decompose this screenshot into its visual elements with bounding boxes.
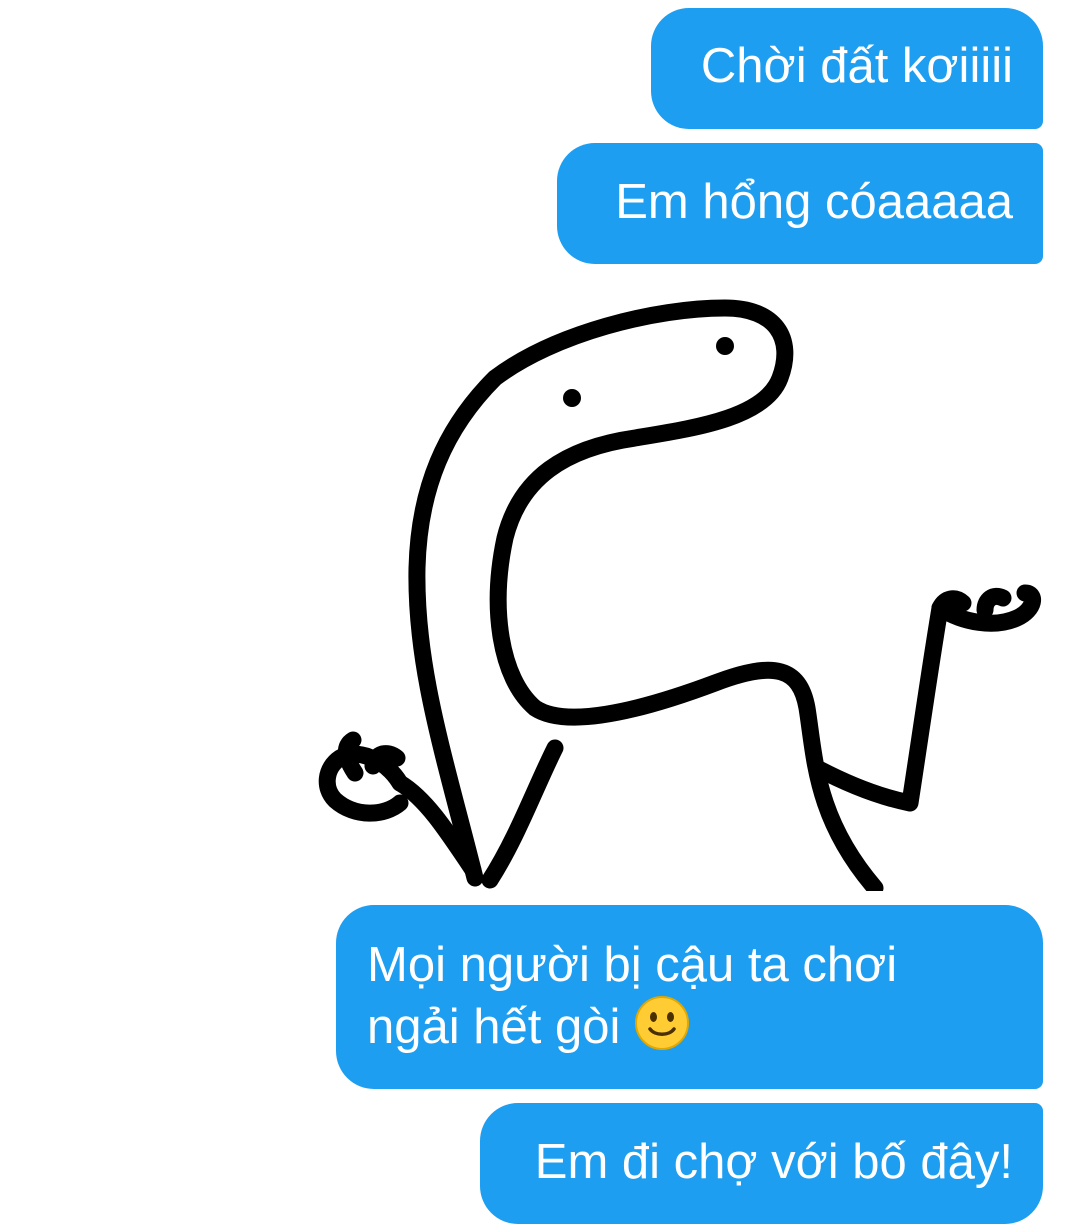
message-bubble-3[interactable]: Mọi người bị cậu ta chơi ngải hết gòi bbox=[336, 905, 1043, 1089]
doodle-shrug-sticker[interactable] bbox=[295, 288, 1045, 897]
message-text: Em đi chợ với bố đây! bbox=[534, 1135, 1013, 1189]
message-bubble-2[interactable]: Em hổng cóaaaaa bbox=[557, 143, 1043, 264]
message-text-line-2-text: ngải hết gòi bbox=[367, 1000, 621, 1054]
message-text: Chời đất kơiiiii bbox=[700, 39, 1013, 93]
message-bubble-1[interactable]: Chời đất kơiiiii bbox=[651, 8, 1043, 129]
left-eye bbox=[563, 389, 581, 407]
message-text: Em hổng cóaaaaa bbox=[615, 175, 1013, 229]
message-bubble-4[interactable]: Em đi chợ với bố đây! bbox=[480, 1103, 1043, 1224]
message-text-line-1: Mọi người bị cậu ta chơi bbox=[367, 938, 898, 992]
right-eye bbox=[716, 337, 734, 355]
slightly-smiling-face-icon bbox=[635, 996, 689, 1050]
sticker-drawing bbox=[318, 299, 1041, 897]
message-text-line-2: ngải hết gòi bbox=[367, 995, 1013, 1057]
